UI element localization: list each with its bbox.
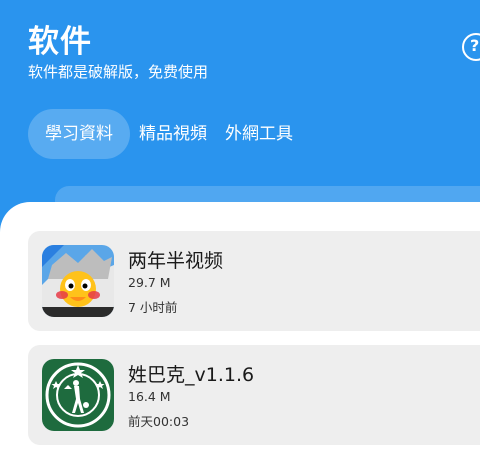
tab-premium-videos[interactable]: 精品視頻	[130, 109, 216, 159]
app-list-item[interactable]: 两年半视频 29.7 M 7 小时前	[28, 231, 480, 331]
page-title: 软件	[28, 24, 92, 60]
tab-external-tools[interactable]: 外網工具	[216, 109, 302, 159]
app-updated-time: 7 小时前	[128, 300, 178, 315]
app-name: 两年半视频	[128, 250, 224, 272]
header: 软件 软件都是破解版，免费使用 ? 學习資料 精品視頻 外網工具	[0, 0, 480, 230]
help-button[interactable]: ?	[462, 33, 480, 61]
app-size: 16.4 M	[128, 389, 171, 404]
app-size: 29.7 M	[128, 275, 171, 290]
app-name: 姓巴克_v1.1.6	[128, 364, 255, 386]
page-subtitle: 软件都是破解版，免费使用	[28, 63, 209, 81]
tab-study-materials[interactable]: 學习資料	[28, 109, 130, 159]
cartoon-avatar-icon	[42, 245, 114, 317]
help-icon: ?	[470, 36, 480, 55]
category-tabs: 學习資料 精品視頻 外網工具	[28, 109, 302, 159]
starbucks-parody-logo-icon	[42, 359, 114, 431]
app-updated-time: 前天00:03	[128, 414, 190, 429]
app-list-item[interactable]: 姓巴克_v1.1.6 16.4 M 前天00:03	[28, 345, 480, 445]
